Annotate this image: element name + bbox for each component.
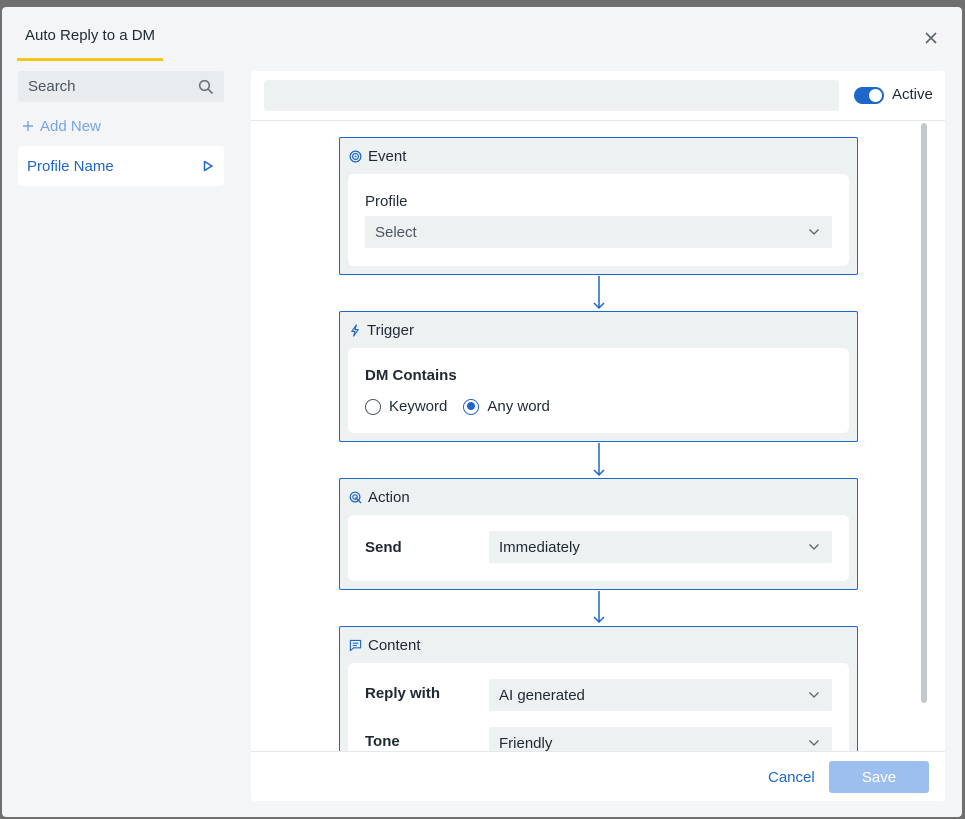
- dm-contains-options: Keyword Any word: [365, 398, 832, 415]
- search-icon: [198, 79, 214, 94]
- connector-arrow-icon: [593, 591, 605, 624]
- sidebar: Search Add New Profile Name: [18, 71, 224, 186]
- event-header: Event: [340, 138, 857, 174]
- footer-bar: Cancel Save: [251, 751, 945, 801]
- search-placeholder: Search: [28, 78, 76, 95]
- trigger-title: Trigger: [367, 321, 414, 339]
- flow-canvas: Event Profile Select Trigger DM Contains…: [251, 122, 945, 751]
- toggle-knob: [869, 89, 882, 102]
- automation-name-input[interactable]: [264, 80, 839, 111]
- any-word-radio[interactable]: [463, 398, 480, 415]
- action-header: Action: [340, 479, 857, 515]
- add-new-label: Add New: [40, 117, 101, 135]
- content-title: Content: [368, 636, 421, 654]
- add-new-button[interactable]: Add New: [18, 116, 224, 136]
- trigger-body: DM Contains Keyword Any word: [348, 348, 849, 433]
- profile-select[interactable]: Select: [365, 216, 832, 248]
- modal-title-tab[interactable]: Auto Reply to a DM: [17, 23, 164, 61]
- message-icon: [349, 639, 362, 651]
- content-body: Reply with AI generated Tone Friendly: [348, 663, 849, 751]
- trigger-header: Trigger: [340, 312, 857, 348]
- target-icon: [349, 150, 362, 162]
- send-label: Send: [365, 538, 402, 556]
- lightning-icon: [351, 323, 359, 337]
- connector-arrow-icon: [593, 443, 605, 477]
- event-card: Event Profile Select: [339, 137, 858, 275]
- main-panel: Active Event Profile Select Trigger DM C…: [251, 71, 945, 801]
- sidebar-item-label: Profile Name: [27, 157, 114, 175]
- active-label: Active: [892, 86, 933, 103]
- tone-select-value: Friendly: [499, 734, 553, 752]
- save-button[interactable]: Save: [829, 761, 929, 793]
- chevron-down-icon: [809, 740, 819, 746]
- play-icon: [203, 160, 213, 172]
- plus-icon: [23, 121, 33, 131]
- keyword-radio[interactable]: [365, 398, 381, 415]
- chevron-down-icon: [809, 544, 819, 550]
- dm-contains-label: DM Contains: [365, 367, 457, 384]
- send-select[interactable]: Immediately: [489, 531, 832, 563]
- profile-label: Profile: [365, 193, 408, 210]
- auto-reply-modal: Auto Reply to a DM Search Add New Profil…: [2, 7, 962, 817]
- keyword-label: Keyword: [389, 398, 448, 415]
- any-word-label: Any word: [487, 398, 550, 415]
- tone-select[interactable]: Friendly: [489, 727, 832, 751]
- event-body: Profile Select: [348, 174, 849, 266]
- reply-with-select[interactable]: AI generated: [489, 679, 832, 711]
- tone-label: Tone: [365, 733, 400, 750]
- close-icon: [925, 32, 937, 44]
- close-button[interactable]: [920, 27, 942, 49]
- chevron-down-icon: [809, 229, 819, 235]
- action-title: Action: [368, 488, 410, 506]
- trigger-card: Trigger DM Contains Keyword Any word: [339, 311, 858, 442]
- content-card: Content Reply with AI generated Tone Fri…: [339, 626, 858, 751]
- content-header: Content: [340, 627, 857, 663]
- reply-with-label: Reply with: [365, 685, 441, 702]
- sidebar-item-profile-name[interactable]: Profile Name: [18, 146, 224, 186]
- action-card: Action Send Immediately: [339, 478, 858, 590]
- active-toggle[interactable]: [854, 87, 884, 104]
- send-select-value: Immediately: [499, 538, 580, 556]
- reply-with-select-value: AI generated: [499, 686, 585, 704]
- connector-arrow-icon: [593, 276, 605, 310]
- cancel-button[interactable]: Cancel: [768, 769, 815, 786]
- flow-scrollbar[interactable]: [921, 123, 927, 703]
- event-title: Event: [368, 147, 407, 165]
- search-input[interactable]: Search: [18, 71, 224, 102]
- chevron-down-icon: [809, 692, 819, 698]
- header-bar: Active: [251, 71, 945, 121]
- action-body: Send Immediately: [348, 515, 849, 581]
- profile-select-value: Select: [375, 223, 417, 241]
- action-target-icon: [349, 491, 362, 504]
